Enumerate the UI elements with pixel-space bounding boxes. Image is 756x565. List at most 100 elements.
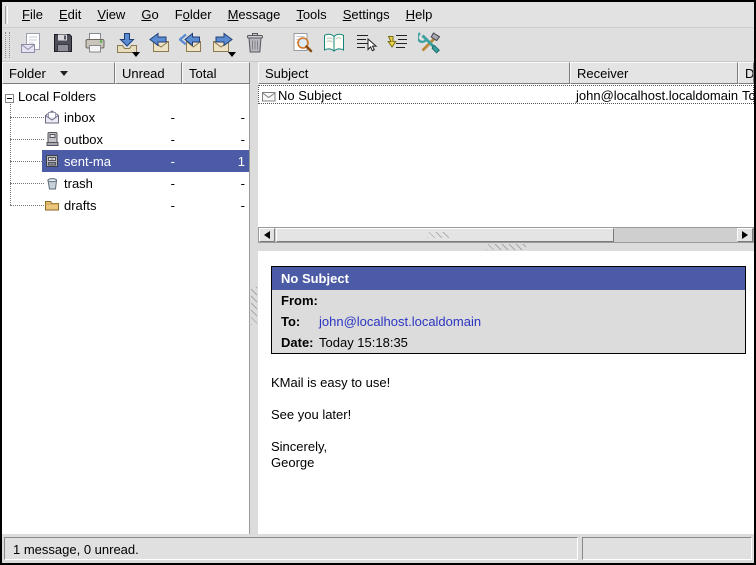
- inbox-icon: [44, 109, 60, 125]
- print-button[interactable]: [81, 31, 108, 58]
- folder-row-inbox[interactable]: inbox - -: [2, 106, 249, 128]
- mark-message-button[interactable]: [384, 31, 411, 58]
- message-row[interactable]: No Subject john@localhost.localdomain To…: [258, 85, 754, 104]
- folder-total-count: -: [211, 110, 245, 125]
- date-value: Today 15:18:35: [319, 335, 408, 350]
- folder-root-row[interactable]: Local Folders: [2, 86, 249, 106]
- trash-button[interactable]: [241, 31, 268, 58]
- menu-folder[interactable]: Folder: [167, 4, 220, 25]
- folder-tree: Local Folders inbox--outbox--sent-ma-1tr…: [2, 84, 250, 534]
- column-header-subject[interactable]: Subject: [258, 62, 570, 84]
- menu-go[interactable]: Go: [133, 4, 166, 25]
- folder-unread-count: -: [141, 198, 175, 213]
- horizontal-scrollbar[interactable]: [258, 227, 754, 243]
- splitter-grip-icon: [251, 287, 257, 325]
- splitter-grip-icon: [486, 244, 526, 250]
- folder-row-drafts[interactable]: drafts--: [2, 194, 249, 216]
- from-label: From:: [281, 293, 318, 308]
- reply-all-button[interactable]: [177, 31, 204, 58]
- forward-button[interactable]: [209, 31, 236, 58]
- dropdown-arrow-icon[interactable]: [132, 52, 140, 57]
- folder-name: drafts: [64, 198, 97, 213]
- folder-list-header: Folder Unread Total: [2, 62, 250, 84]
- from-row: From:: [272, 290, 745, 311]
- menu-message[interactable]: Message: [220, 4, 289, 25]
- column-header-receiver[interactable]: Receiver: [570, 62, 738, 84]
- horizontal-splitter[interactable]: [258, 243, 754, 251]
- find-messages-button[interactable]: [288, 31, 315, 58]
- reply-button[interactable]: [145, 31, 172, 58]
- message-body-line: [271, 391, 744, 407]
- column-header-folder[interactable]: Folder: [2, 62, 115, 84]
- folder-unread-count: -: [141, 132, 175, 147]
- menubar-drag-handle[interactable]: [5, 6, 8, 24]
- save-button[interactable]: [49, 31, 76, 58]
- message-preview-pane: No Subject From: To: john@localhost.loca…: [258, 251, 754, 534]
- message-body-line: Sincerely,: [271, 439, 744, 455]
- kmail-window: FileEditViewGoFolderMessageToolsSettings…: [0, 0, 756, 565]
- configure-button[interactable]: [416, 31, 443, 58]
- date-row: Date: Today 15:18:35: [272, 332, 745, 353]
- folder-unread-count: -: [141, 110, 175, 125]
- message-body: KMail is easy to use! See you later! Sin…: [271, 375, 744, 471]
- preview-subject-title: No Subject: [272, 267, 745, 290]
- status-bar: 1 message, 0 unread.: [2, 534, 754, 563]
- menu-edit[interactable]: Edit: [51, 4, 89, 25]
- collapse-expander-icon[interactable]: [5, 94, 14, 103]
- menu-bar: FileEditViewGoFolderMessageToolsSettings…: [2, 2, 754, 28]
- menu-tools[interactable]: Tools: [288, 4, 334, 25]
- check-mail-button[interactable]: [113, 31, 140, 58]
- new-message-button[interactable]: [17, 31, 44, 58]
- print-icon: [83, 31, 107, 58]
- outbox-icon: [44, 131, 60, 147]
- message-list-header: Subject Receiver Date: [258, 62, 754, 84]
- folder-total-count: -: [211, 132, 245, 147]
- column-header-total[interactable]: Total: [182, 62, 250, 84]
- menu-file[interactable]: File: [14, 4, 51, 25]
- message-body-line: See you later!: [271, 407, 744, 423]
- scrollbar-thumb[interactable]: [276, 228, 614, 242]
- tree-line: [10, 139, 44, 140]
- message-list: No Subject john@localhost.localdomain To…: [258, 84, 754, 227]
- folder-unread-count: -: [141, 154, 175, 169]
- find-messages-icon: [290, 31, 314, 58]
- status-secondary-panel: [582, 537, 752, 560]
- folder-total-count: 1: [211, 154, 245, 169]
- envelope-icon: [262, 90, 276, 100]
- vertical-splitter[interactable]: [250, 62, 258, 534]
- arrow-right-icon: [742, 231, 748, 239]
- folder-row-trash[interactable]: trash--: [2, 172, 249, 194]
- address-book-button[interactable]: [320, 31, 347, 58]
- folder-row-outbox[interactable]: outbox - -: [2, 128, 249, 150]
- mark-message-icon: [386, 31, 410, 58]
- configure-icon: [418, 31, 442, 58]
- folder-root-label: Local Folders: [18, 89, 96, 104]
- toolbar-drag-handle[interactable]: [5, 32, 10, 58]
- folder-name: inbox: [64, 110, 95, 125]
- tree-line: [10, 117, 44, 118]
- folder-row-sent-ma[interactable]: sent-ma-1: [2, 150, 249, 172]
- dropdown-arrow-icon[interactable]: [228, 52, 236, 57]
- menu-settings[interactable]: Settings: [335, 4, 398, 25]
- sort-descending-icon: [60, 71, 68, 76]
- create-filter-button[interactable]: [352, 31, 379, 58]
- menu-view[interactable]: View: [89, 4, 133, 25]
- menu-items: FileEditViewGoFolderMessageToolsSettings…: [14, 4, 440, 25]
- message-body-line: [271, 423, 744, 439]
- save-icon: [51, 31, 75, 58]
- menu-help[interactable]: Help: [398, 4, 441, 25]
- scroll-right-button[interactable]: [737, 228, 753, 242]
- message-date-cell: Today 15:18:35: [742, 88, 754, 103]
- folder-name: outbox: [64, 132, 103, 147]
- column-header-unread[interactable]: Unread: [115, 62, 182, 84]
- reply-icon: [147, 31, 171, 58]
- message-subject-cell: No Subject: [278, 88, 342, 103]
- message-header-box: No Subject From: To: john@localhost.loca…: [271, 266, 746, 354]
- tree-line: [10, 183, 44, 184]
- scroll-left-button[interactable]: [259, 228, 275, 242]
- toolbar: [2, 28, 754, 62]
- message-receiver-cell: john@localhost.localdomain: [576, 88, 738, 103]
- recipient-email-link[interactable]: john@localhost.localdomain: [319, 314, 481, 329]
- folder-name: trash: [64, 176, 93, 191]
- column-header-date[interactable]: Date: [738, 62, 754, 84]
